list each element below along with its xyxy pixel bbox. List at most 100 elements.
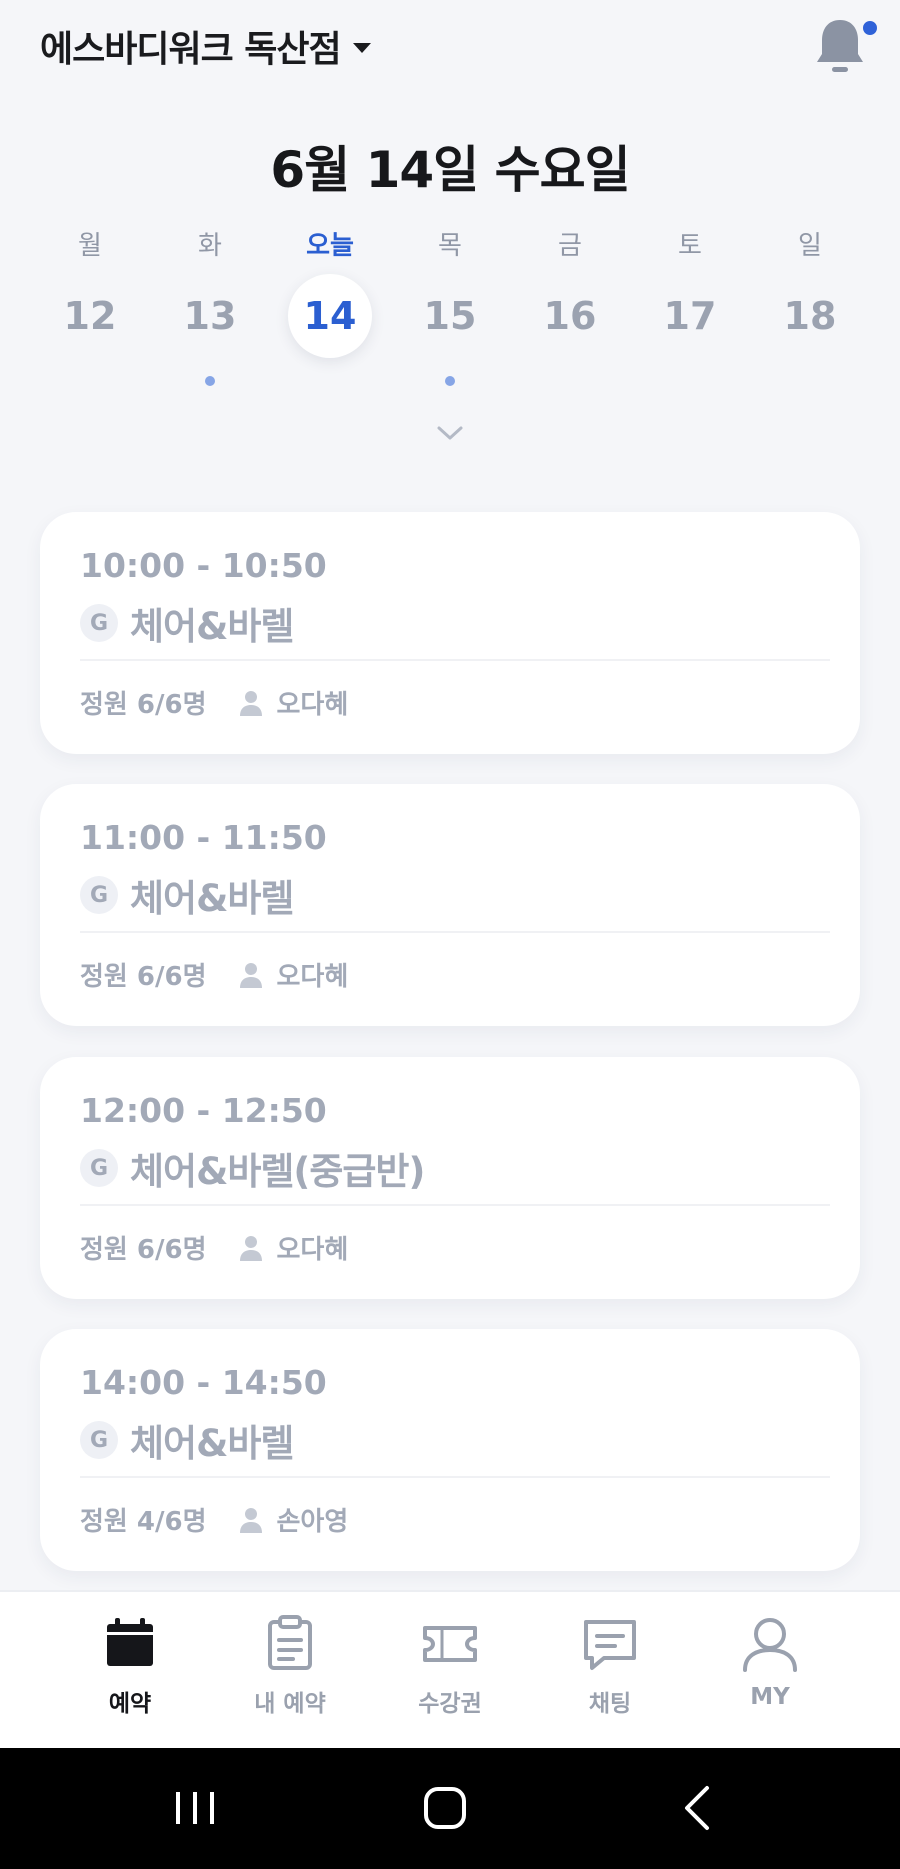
- nav-item-chat[interactable]: 채팅: [530, 1592, 690, 1750]
- class-title-row: G 체어&바렐(중급반): [80, 1141, 425, 1195]
- nav-label: 채팅: [588, 1691, 632, 1717]
- nav-label: 내 예약: [254, 1691, 326, 1717]
- day-thursday[interactable]: 목 15: [390, 226, 510, 396]
- day-number-wrap: 13: [168, 274, 252, 358]
- instructor-name: 오다혜: [276, 962, 349, 992]
- class-indicator-dot: [205, 376, 215, 386]
- class-time: 11:00 - 11:50: [80, 818, 327, 857]
- class-name: 체어&바렐: [130, 877, 294, 920]
- day-number-wrap: 14: [288, 274, 372, 358]
- nav-item-my-reservation[interactable]: 내 예약: [210, 1592, 370, 1750]
- divider: [80, 1476, 830, 1478]
- class-meta: 정원 6/6명 오다혜: [80, 1229, 348, 1266]
- studio-selector[interactable]: 에스바디워크 독산점: [40, 20, 371, 72]
- class-title-row: G 체어&바렐: [80, 1413, 294, 1467]
- class-capacity: 정원 4/6명: [80, 1507, 207, 1537]
- class-indicator-dot: [445, 376, 455, 386]
- day-number-wrap: 12: [48, 274, 132, 358]
- clipboard-icon: [268, 1615, 312, 1670]
- day-number: 14: [303, 294, 357, 338]
- ticket-icon: [423, 1626, 477, 1662]
- class-capacity: 정원 6/6명: [80, 962, 207, 992]
- class-name: 체어&바렐(중급반): [130, 1150, 425, 1193]
- selected-date-title: 6월 14일 수요일: [270, 141, 630, 199]
- class-meta: 정원 4/6명 손아영: [80, 1501, 348, 1538]
- user-icon: [743, 1618, 797, 1672]
- class-meta: 정원 6/6명 오다혜: [80, 956, 348, 993]
- class-name: 체어&바렐: [130, 1422, 294, 1465]
- day-friday[interactable]: 금 16: [510, 226, 630, 396]
- day-label: 화: [198, 231, 222, 261]
- class-card[interactable]: 12:00 - 12:50 G 체어&바렐(중급반) 정원 6/6명 오다혜: [40, 1057, 860, 1299]
- day-label: 목: [438, 231, 462, 261]
- day-number: 17: [663, 294, 717, 338]
- day-monday[interactable]: 월 12: [30, 226, 150, 396]
- divider: [80, 1204, 830, 1206]
- class-type-badge: G: [80, 604, 118, 642]
- person-icon: [239, 1235, 262, 1261]
- top-bar: 에스바디워크 독산점: [0, 0, 900, 96]
- back-icon[interactable]: [663, 1778, 733, 1838]
- class-time: 10:00 - 10:50: [80, 546, 327, 585]
- class-title-row: G 체어&바렐: [80, 596, 294, 650]
- class-card[interactable]: 14:00 - 14:50 G 체어&바렐 정원 4/6명 손아영: [40, 1329, 860, 1571]
- day-saturday[interactable]: 토 17: [630, 226, 750, 396]
- class-card[interactable]: 10:00 - 10:50 G 체어&바렐 정원 6/6명 오다혜: [40, 512, 860, 754]
- instructor-name: 오다혜: [276, 1235, 349, 1265]
- day-label: 오늘: [306, 231, 354, 261]
- instructor-name: 오다혜: [276, 690, 349, 720]
- day-number-wrap: 18: [768, 274, 852, 358]
- nav-item-my[interactable]: MY: [690, 1592, 850, 1750]
- chevron-down-icon[interactable]: [435, 418, 465, 448]
- day-number: 18: [783, 294, 837, 338]
- class-time: 12:00 - 12:50: [80, 1091, 327, 1130]
- nav-label: 예약: [108, 1691, 152, 1717]
- system-navigation-bar: [0, 1748, 900, 1869]
- chat-icon: [584, 1620, 636, 1670]
- recent-apps-icon[interactable]: [160, 1778, 230, 1838]
- person-icon: [239, 1507, 262, 1533]
- day-sunday[interactable]: 일 18: [750, 226, 870, 396]
- day-number: 13: [183, 294, 237, 338]
- instructor-name: 손아영: [276, 1507, 349, 1537]
- class-time: 14:00 - 14:50: [80, 1363, 327, 1402]
- nav-label: MY: [750, 1684, 790, 1710]
- nav-label: 수강권: [418, 1691, 482, 1717]
- nav-item-reservation[interactable]: 예약: [50, 1592, 210, 1750]
- notification-button[interactable]: [812, 14, 880, 80]
- week-strip: 월 12 화 13 오늘 14 목 15 금 16 토 17 일 18: [30, 226, 870, 396]
- home-icon[interactable]: [410, 1778, 480, 1838]
- bell-icon: [817, 20, 863, 72]
- person-icon: [239, 690, 262, 716]
- day-number-wrap: 17: [648, 274, 732, 358]
- day-number-wrap: 16: [528, 274, 612, 358]
- class-card[interactable]: 11:00 - 11:50 G 체어&바렐 정원 6/6명 오다혜: [40, 784, 860, 1026]
- class-name: 체어&바렐: [130, 605, 294, 648]
- class-title-row: G 체어&바렐: [80, 868, 294, 922]
- caret-down-icon: [352, 43, 371, 53]
- nav-item-pass[interactable]: 수강권: [370, 1592, 530, 1750]
- class-capacity: 정원 6/6명: [80, 690, 207, 720]
- day-label: 월: [78, 231, 102, 261]
- class-meta: 정원 6/6명 오다혜: [80, 684, 348, 721]
- notification-dot: [860, 18, 880, 38]
- day-tuesday[interactable]: 화 13: [150, 226, 270, 396]
- divider: [80, 659, 830, 661]
- class-type-badge: G: [80, 1421, 118, 1459]
- day-today[interactable]: 오늘 14: [270, 226, 390, 396]
- class-type-badge: G: [80, 876, 118, 914]
- day-label: 금: [558, 231, 582, 261]
- day-number-wrap: 15: [408, 274, 492, 358]
- day-label: 일: [798, 231, 822, 261]
- class-type-badge: G: [80, 1149, 118, 1187]
- class-capacity: 정원 6/6명: [80, 1235, 207, 1265]
- day-number: 16: [543, 294, 597, 338]
- divider: [80, 931, 830, 933]
- person-icon: [239, 962, 262, 988]
- bottom-navigation: 예약 내 예약 수강권 채팅 MY: [0, 1590, 900, 1748]
- day-number: 15: [423, 294, 477, 338]
- day-number: 12: [63, 294, 117, 338]
- studio-name: 에스바디워크 독산점: [40, 29, 342, 70]
- calendar-icon: [107, 1618, 153, 1666]
- day-label: 토: [678, 231, 702, 261]
